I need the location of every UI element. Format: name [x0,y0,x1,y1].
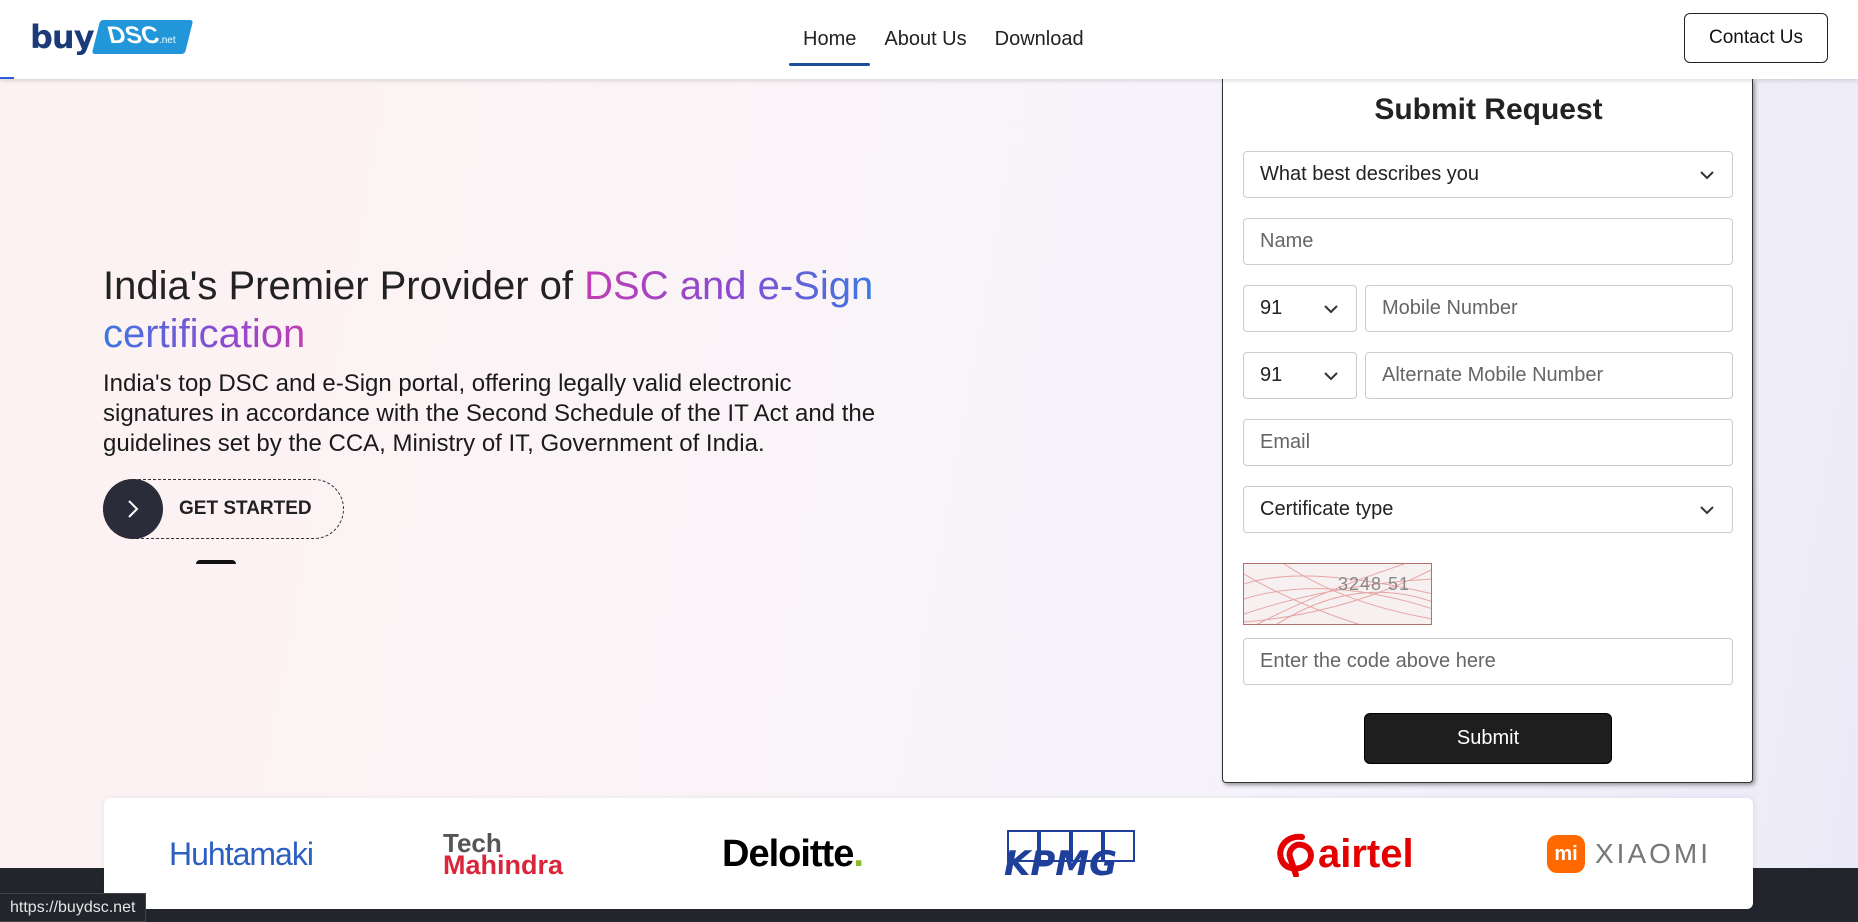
chevron-down-icon [1700,506,1714,515]
airtel-logo: airtel [1272,826,1414,882]
deloitte-dot: . [853,832,864,875]
logo-dsc-badge: DSC.net [91,20,194,54]
airtel-swirl-icon [1277,833,1314,877]
chevron-down-icon [1324,305,1338,314]
country-code-select-mobile[interactable]: 91 [1243,285,1357,332]
header-accent-line [0,77,14,79]
certificate-type-value: Certificate type [1260,498,1394,520]
hero-title-highlight: DSC and e-Sign [584,264,874,308]
xiaomi-text: XIAOMI [1595,838,1712,869]
main-nav: Home About Us Download [789,0,1098,79]
logo-buy-text: buy [30,18,95,56]
tech-mahindra-logo: Tech Mahindra [443,826,563,882]
mi-icon: mi [1547,835,1585,873]
country-code-value: 91 [1260,364,1283,386]
chevron-right-icon [103,479,163,539]
hero-title-highlight-2: certification [103,312,306,356]
nav-about-us[interactable]: About Us [870,0,980,79]
tech-mahindra-text-2: Mahindra [443,850,564,880]
kpmg-logo-graphic: KPMG [1004,830,1135,879]
kpmg-text: KPMG [1004,844,1117,879]
mobile-number-input[interactable] [1365,285,1733,332]
kpmg-logo: KPMG [1002,826,1142,882]
deloitte-text: Deloitte [722,832,854,875]
captcha-input[interactable] [1243,638,1733,685]
submit-request-form: Submit Request What best describes you 9… [1222,79,1753,783]
alternate-mobile-input[interactable] [1365,352,1733,399]
huhtamaki-logo: Huhta maki [169,826,314,882]
airtel-text: airtel [1318,831,1414,876]
buydsc-logo[interactable]: buy DSC.net [30,16,194,58]
name-input[interactable] [1243,218,1733,265]
country-code-value: 91 [1260,297,1283,319]
deloitte-logo: Deloitte. [722,826,864,882]
huhtamaki-text-1: Huhta [169,835,250,872]
contact-us-button[interactable]: Contact Us [1684,13,1828,63]
chevron-down-icon [1700,171,1714,180]
hero-title: India's Premier Provider of DSC and e-Si… [103,262,883,358]
form-title: Submit Request [1374,93,1603,126]
logo-dsc-text: DSC [104,22,162,49]
get-started-label: GET STARTED [179,498,312,519]
describes-you-select[interactable]: What best describes you [1243,151,1733,198]
nav-home[interactable]: Home [789,0,871,79]
email-input[interactable] [1243,419,1733,466]
describes-you-value: What best describes you [1260,163,1479,185]
xiaomi-logo: mi XIAOMI [1547,826,1711,882]
nav-download[interactable]: Download [981,0,1098,79]
hero-title-plain: India's Premier Provider of [103,264,585,308]
submit-button[interactable]: Submit [1364,713,1612,764]
certificate-type-select[interactable]: Certificate type [1243,486,1733,533]
site-header: buy DSC.net Home About Us Download Conta… [0,0,1858,79]
hero-description: India's top DSC and e-Sign portal, offer… [103,370,876,457]
partner-logos: Huhta maki Tech Mahindra Deloitte. KPMG a… [104,798,1753,909]
carousel-indicator[interactable] [196,560,236,564]
get-started-button[interactable]: GET STARTED [103,479,344,539]
captcha-image: 3248 51 [1243,563,1432,625]
huhtamaki-text-2: maki [249,835,314,872]
captcha-code: 3248 51 [1338,574,1411,594]
country-code-select-alternate[interactable]: 91 [1243,352,1357,399]
chevron-down-icon [1324,372,1338,381]
status-bar-url: https://buydsc.net [0,893,147,922]
